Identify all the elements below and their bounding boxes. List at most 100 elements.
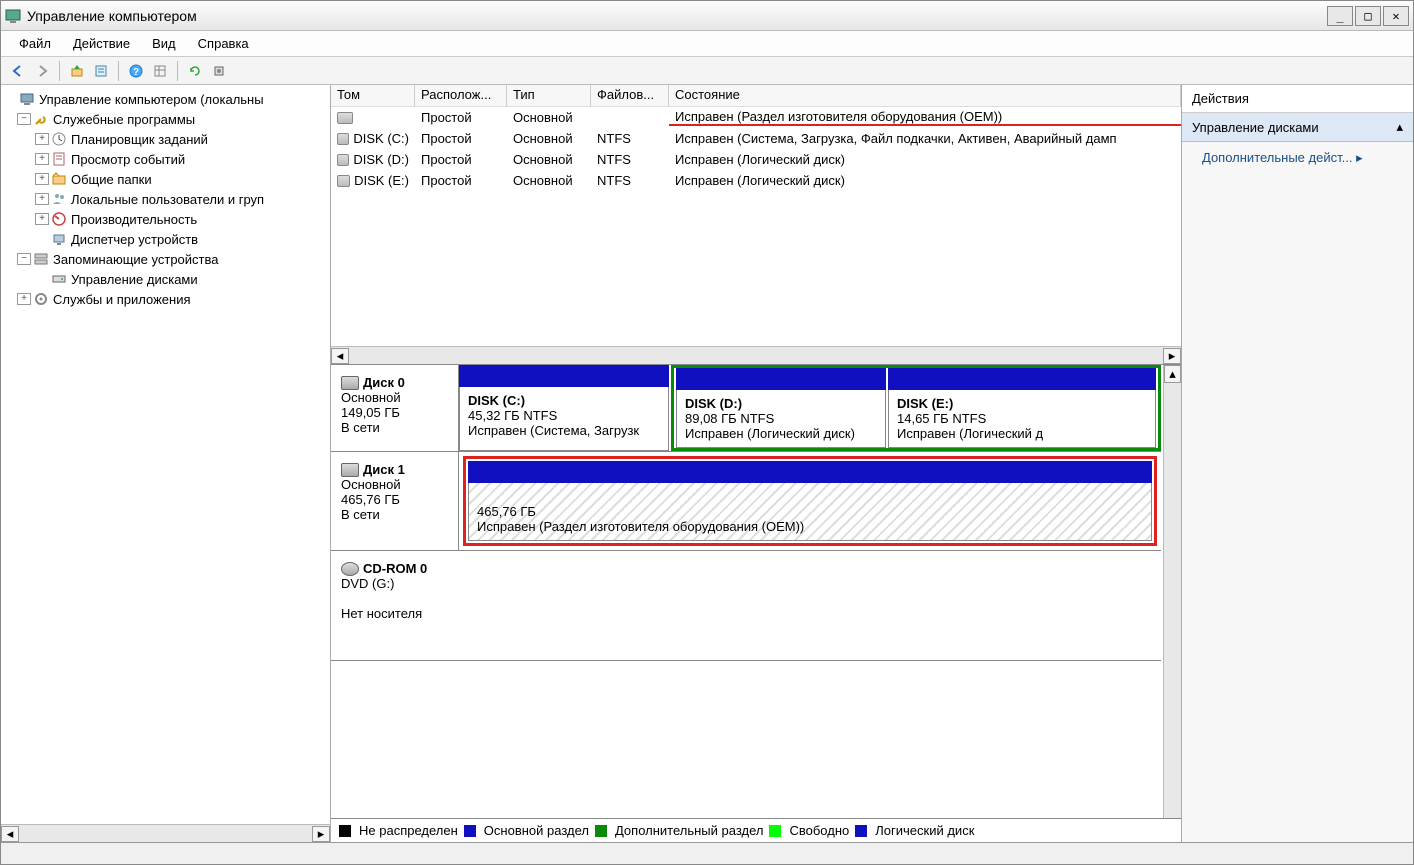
volume-type: Основной [507, 173, 591, 188]
expander-icon[interactable]: + [35, 133, 49, 145]
tree-hscroll[interactable]: ◂ ▸ [1, 824, 330, 842]
actions-header: Действия [1182, 85, 1413, 113]
volume-row[interactable]: ПростойОсновнойИсправен (Раздел изготови… [331, 107, 1181, 128]
volume-fs: NTFS [591, 173, 669, 188]
maximize-button[interactable]: □ [1355, 6, 1381, 26]
up-icon[interactable] [66, 60, 88, 82]
volume-status: Исправен (Система, Загрузка, Файл подкач… [669, 131, 1181, 146]
disk-icon [51, 271, 67, 287]
tree-root-label: Управление компьютером (локальны [39, 92, 264, 107]
storage-icon [33, 251, 49, 267]
tree-devicemgr-label: Диспетчер устройств [71, 232, 198, 247]
tree-diskmgmt[interactable]: Управление дисками [3, 269, 328, 289]
col-volume[interactable]: Том [331, 85, 415, 106]
disk-1-online: В сети [341, 507, 450, 522]
legend-free: Свободно [789, 823, 849, 838]
legend-logical: Логический диск [875, 823, 974, 838]
tree-sharedfolders[interactable]: + Общие папки [3, 169, 328, 189]
expander-icon[interactable]: + [35, 153, 49, 165]
volume-row[interactable]: DISK (C:)ПростойОсновнойNTFSИсправен (Си… [331, 128, 1181, 149]
expander-icon[interactable]: + [35, 193, 49, 205]
partition-e[interactable]: DISK (E:) 14,65 ГБ NTFS Исправен (Логиче… [888, 368, 1156, 448]
hdd-icon [341, 463, 359, 477]
menu-help[interactable]: Справка [188, 33, 259, 54]
refresh-icon[interactable] [184, 60, 206, 82]
back-button[interactable] [7, 60, 29, 82]
cd-type: DVD (G:) [341, 576, 451, 591]
expander-icon[interactable]: + [17, 293, 31, 305]
legend-primary: Основной раздел [484, 823, 589, 838]
tools-icon [33, 111, 49, 127]
disk-vscroll[interactable]: ▴ [1163, 365, 1181, 818]
svg-text:?: ? [133, 67, 139, 78]
tree-utilities[interactable]: − Служебные программы [3, 109, 328, 129]
expander-icon[interactable]: + [35, 213, 49, 225]
partition-oem[interactable]: 465,76 ГБ Исправен (Раздел изготовителя … [468, 461, 1152, 541]
tree-eventviewer[interactable]: + Просмотр событий [3, 149, 328, 169]
disk-row-1[interactable]: Диск 1 Основной 465,76 ГБ В сети 465,76 … [331, 452, 1161, 551]
partition-d[interactable]: DISK (D:) 89,08 ГБ NTFS Исправен (Логиче… [676, 368, 886, 448]
tree-localusers[interactable]: + Локальные пользователи и груп [3, 189, 328, 209]
scroll-right-icon[interactable]: ▸ [1163, 348, 1181, 364]
volume-hscroll[interactable]: ◂ ▸ [331, 346, 1181, 364]
volume-row[interactable]: DISK (D:)ПростойОсновнойNTFSИсправен (Ло… [331, 149, 1181, 170]
disk-graph: ▴ Диск 0 Основной 149,05 ГБ В сети [331, 365, 1181, 818]
tree-performance-label: Производительность [71, 212, 197, 227]
tree-sharedfolders-label: Общие папки [71, 172, 152, 187]
partition-c[interactable]: DISK (C:) 45,32 ГБ NTFS Исправен (Систем… [459, 365, 669, 451]
tree-performance[interactable]: + Производительность [3, 209, 328, 229]
volume-fs: NTFS [591, 131, 669, 146]
collapse-icon: ▴ [1396, 119, 1403, 135]
scroll-right-icon[interactable]: ▸ [312, 826, 330, 842]
menu-view[interactable]: Вид [142, 33, 186, 54]
tree-localusers-label: Локальные пользователи и груп [71, 192, 264, 207]
help-icon[interactable]: ? [125, 60, 147, 82]
tree-root[interactable]: Управление компьютером (локальны [3, 89, 328, 109]
forward-button[interactable] [31, 60, 53, 82]
properties-icon[interactable] [90, 60, 112, 82]
volume-name: DISK (C:) [331, 131, 415, 146]
volume-layout: Простой [415, 173, 507, 188]
expander-icon[interactable]: − [17, 113, 31, 125]
menu-action[interactable]: Действие [63, 33, 140, 54]
cd-label: CD-ROM 0 DVD (G:) Нет носителя [331, 551, 459, 660]
volume-type: Основной [507, 152, 591, 167]
scroll-up-icon[interactable]: ▴ [1164, 365, 1181, 383]
cd-name: CD-ROM 0 [363, 561, 427, 576]
expander-icon[interactable]: + [35, 173, 49, 185]
col-fs[interactable]: Файлов... [591, 85, 669, 106]
close-button[interactable]: ✕ [1383, 6, 1409, 26]
disk-1-label: Диск 1 Основной 465,76 ГБ В сети [331, 452, 459, 550]
volume-row[interactable]: DISK (E:)ПростойОсновнойNTFSИсправен (Ло… [331, 170, 1181, 191]
center-pane: Том Располож... Тип Файлов... Состояние … [331, 85, 1181, 842]
volume-status: Исправен (Логический диск) [669, 152, 1181, 167]
scroll-left-icon[interactable]: ◂ [1, 826, 19, 842]
actions-section[interactable]: Управление дисками ▴ [1182, 113, 1413, 142]
clock-icon [51, 131, 67, 147]
col-layout[interactable]: Располож... [415, 85, 507, 106]
tree-scheduler-label: Планировщик заданий [71, 132, 208, 147]
minimize-button[interactable]: _ [1327, 6, 1353, 26]
tree-scheduler[interactable]: + Планировщик заданий [3, 129, 328, 149]
view-list-icon[interactable] [149, 60, 171, 82]
disk-row-cd[interactable]: CD-ROM 0 DVD (G:) Нет носителя [331, 551, 1161, 661]
hdd-icon [341, 376, 359, 390]
volume-layout: Простой [415, 110, 507, 125]
partition-oem-status: Исправен (Раздел изготовителя оборудован… [477, 519, 804, 534]
disk-row-0[interactable]: Диск 0 Основной 149,05 ГБ В сети DISK (C… [331, 365, 1161, 452]
volume-icon [337, 133, 349, 145]
col-type[interactable]: Тип [507, 85, 591, 106]
disk-1-name: Диск 1 [363, 462, 405, 477]
tree-services[interactable]: + Службы и приложения [3, 289, 328, 309]
col-status[interactable]: Состояние [669, 85, 1181, 106]
settings-icon[interactable] [208, 60, 230, 82]
actions-more[interactable]: Дополнительные дейст... ▸ [1182, 142, 1413, 174]
volume-fs: NTFS [591, 152, 669, 167]
expander-icon[interactable]: − [17, 253, 31, 265]
tree-storage[interactable]: − Запоминающие устройства [3, 249, 328, 269]
menu-file[interactable]: Файл [9, 33, 61, 54]
scroll-left-icon[interactable]: ◂ [331, 348, 349, 364]
tree-devicemgr[interactable]: Диспетчер устройств [3, 229, 328, 249]
legend-unallocated: Не распределен [359, 823, 458, 838]
tree-eventviewer-label: Просмотр событий [71, 152, 185, 167]
